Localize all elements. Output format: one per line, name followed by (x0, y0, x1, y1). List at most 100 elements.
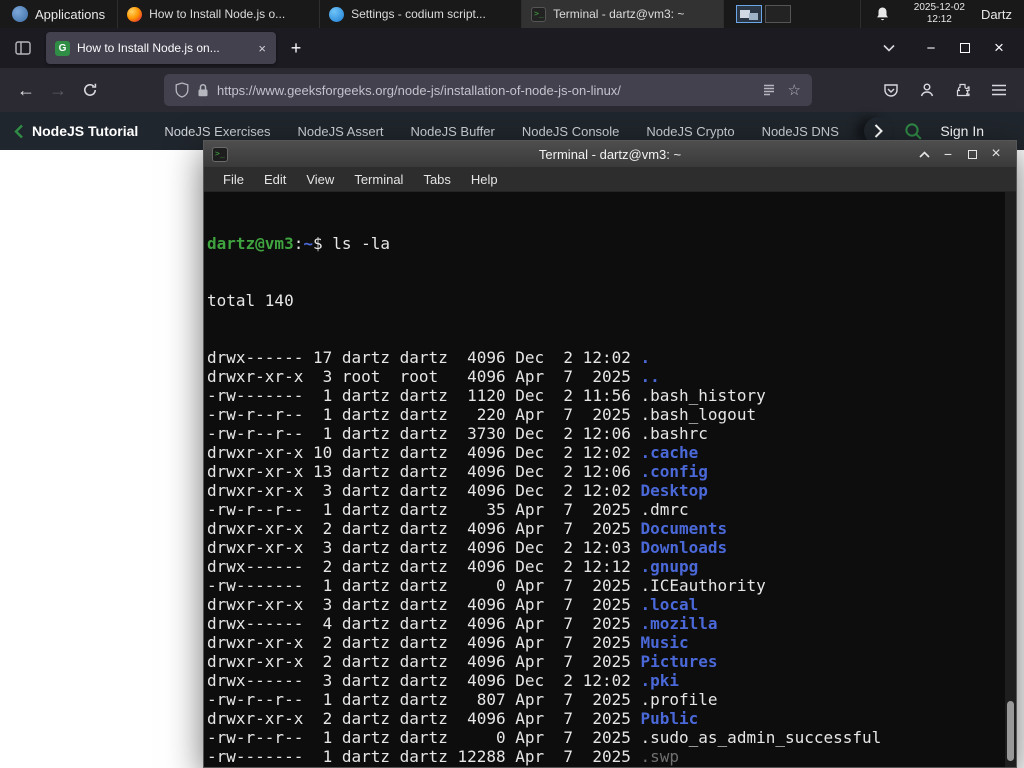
site-nav-item[interactable]: NodeJS DNS (762, 124, 839, 139)
terminal-menu-tabs[interactable]: Tabs (413, 169, 460, 190)
urlbar-actions: ☆ (762, 81, 801, 99)
workspace-1[interactable] (736, 5, 763, 23)
terminal-output-line: drwx------ 2 dartz dartz 4096 Dec 2 12:1… (207, 557, 1016, 576)
applications-menu[interactable]: Applications (0, 0, 117, 28)
taskbar-item[interactable]: Settings - codium script... (320, 0, 523, 28)
prompt-path: ~ (303, 234, 313, 253)
terminal-output-line: drwxr-xr-x 3 dartz dartz 4096 Apr 7 2025… (207, 595, 1016, 614)
site-nav-back[interactable]: NodeJS Tutorial (14, 123, 138, 139)
file-name: .bash_history (640, 386, 766, 405)
terminal-menu-help[interactable]: Help (461, 169, 508, 190)
menu-button[interactable] (984, 75, 1014, 105)
file-attributes: drwx------ 4 dartz dartz 4096 Apr 7 2025 (207, 614, 641, 633)
terminal-output-line: -rw-r--r-- 1 dartz dartz 807 Apr 7 2025 … (207, 690, 1016, 709)
taskbar-item[interactable]: How to Install Node.js o... (118, 0, 321, 28)
workspace-2[interactable] (765, 5, 792, 23)
terminal-menubar: File Edit View Terminal Tabs Help (204, 167, 1016, 192)
bookmark-star-icon[interactable]: ☆ (788, 81, 801, 99)
site-nav-item[interactable]: NodeJS Assert (298, 124, 384, 139)
terminal-output-line: drwx------ 3 dartz dartz 4096 Dec 2 12:0… (207, 671, 1016, 690)
file-name: .config (640, 462, 708, 481)
file-name: .bash_logout (640, 405, 757, 424)
back-button[interactable]: ← (10, 74, 42, 106)
file-name: Downloads (640, 538, 728, 557)
file-name: Music (640, 633, 689, 652)
maximize-button[interactable] (948, 34, 982, 62)
maximize-icon (960, 43, 970, 53)
file-name: Public (640, 709, 699, 728)
notifications-button[interactable] (859, 0, 904, 28)
site-nav-item[interactable]: NodeJS Crypto (646, 124, 734, 139)
browser-tab[interactable]: G How to Install Node.js on... × (46, 32, 276, 64)
file-attributes: drwx------ 17 dartz dartz 4096 Dec 2 12:… (207, 348, 641, 367)
sign-in-button[interactable]: Sign In (940, 123, 984, 139)
url-text: https://www.geeksforgeeks.org/node-js/in… (217, 82, 621, 98)
panel-right: 2025-12-02 12:12 Dartz (859, 0, 1024, 28)
forward-button[interactable]: → (42, 74, 74, 106)
terminal-close-button[interactable]: × (984, 143, 1008, 165)
file-attributes: drwxr-xr-x 3 dartz dartz 4096 Dec 2 12:0… (207, 538, 641, 557)
terminal-output-line: -rw-r--r-- 1 dartz dartz 0 Apr 7 2025 .s… (207, 728, 1016, 747)
terminal-output-line: drwxr-xr-x 10 dartz dartz 4096 Dec 2 12:… (207, 443, 1016, 462)
terminal-menu-terminal[interactable]: Terminal (344, 169, 413, 190)
terminal-output-line: drwxr-xr-x 3 dartz dartz 4096 Dec 2 12:0… (207, 538, 1016, 557)
file-name: Documents (640, 519, 728, 538)
terminal-maximize-icon (967, 149, 977, 159)
panel-clock[interactable]: 2025-12-02 12:12 (904, 2, 975, 26)
terminal-scrollbar[interactable] (1005, 192, 1016, 767)
terminal-titlebar[interactable]: Terminal - dartz@vm3: ~ − × (204, 141, 1016, 167)
reader-view-icon[interactable] (762, 83, 776, 97)
terminal-menu-edit[interactable]: Edit (254, 169, 296, 190)
site-nav-item[interactable]: NodeJS Exercises (164, 124, 270, 139)
terminal-output-line: -rw------- 1 dartz dartz 0 Apr 7 2025 .I… (207, 576, 1016, 595)
file-attributes: -rw-r--r-- 1 dartz dartz 35 Apr 7 2025 (207, 500, 641, 519)
terminal-output-line: -rw------- 1 dartz dartz 12288 Apr 7 202… (207, 747, 1016, 766)
pocket-button[interactable] (876, 75, 906, 105)
terminal-minimize-button[interactable]: − (936, 143, 960, 165)
firefox-icon (127, 6, 143, 22)
list-all-tabs-button[interactable] (874, 33, 904, 63)
site-nav-item[interactable]: NodeJS Buffer (411, 124, 495, 139)
account-button[interactable] (912, 75, 942, 105)
file-attributes: -rw------- 1 dartz dartz 0 Apr 7 2025 (207, 576, 641, 595)
terminal-scrollbar-thumb[interactable] (1007, 701, 1014, 761)
url-bar[interactable]: https://www.geeksforgeeks.org/node-js/in… (164, 74, 812, 106)
browser-window-controls: − × (914, 34, 1016, 62)
file-attributes: -rw-r--r-- 1 dartz dartz 220 Apr 7 2025 (207, 405, 641, 424)
tracking-protection-shield-icon (175, 82, 189, 98)
terminal-file-list: drwx------ 17 dartz dartz 4096 Dec 2 12:… (207, 348, 1016, 767)
taskbar: How to Install Node.js o... Settings - co… (118, 0, 725, 28)
workspace-pager[interactable] (734, 3, 793, 25)
desktop-panel: Applications How to Install Node.js o...… (0, 0, 1024, 28)
site-nav-item[interactable]: NodeJS Console (522, 124, 620, 139)
file-attributes: drwxr-xr-x 2 dartz dartz 4096 Apr 7 2025 (207, 519, 641, 538)
terminal-icon (531, 6, 547, 22)
terminal-maximize-button[interactable] (960, 143, 984, 165)
minimize-button[interactable]: − (914, 34, 948, 62)
terminal-total-line: total 140 (207, 291, 294, 310)
panel-user-menu[interactable]: Dartz (975, 7, 1024, 22)
taskbar-item[interactable]: Terminal - dartz@vm3: ~ (522, 0, 725, 28)
terminal-window-title: Terminal - dartz@vm3: ~ (538, 146, 682, 162)
file-attributes: drwx------ 2 dartz dartz 4096 Dec 2 12:1… (207, 557, 641, 576)
extensions-button[interactable] (948, 75, 978, 105)
site-nav-title[interactable]: NodeJS Tutorial (32, 123, 138, 139)
file-name: .cache (640, 443, 699, 462)
terminal-body[interactable]: dartz@vm3:~$ ls -la total 140 drwx------… (204, 192, 1016, 767)
new-tab-button[interactable]: + (282, 34, 310, 62)
firefox-view-button[interactable] (8, 33, 38, 63)
chevron-down-icon (883, 44, 895, 52)
terminal-menu-file[interactable]: File (213, 169, 254, 190)
tab-close-button[interactable]: × (257, 41, 267, 56)
shade-button[interactable] (912, 143, 936, 165)
settings-icon (329, 6, 345, 22)
terminal-menu-view[interactable]: View (296, 169, 344, 190)
file-attributes: drwxr-xr-x 3 root root 4096 Apr 7 2025 (207, 367, 641, 386)
file-attributes: -rw------- 1 dartz dartz 12288 Apr 7 202… (207, 747, 641, 766)
applications-label: Applications (35, 6, 106, 22)
reload-button[interactable] (74, 74, 106, 106)
panel-date: 2025-12-02 (913, 2, 965, 13)
file-name: .swp (640, 747, 680, 766)
reload-icon (84, 83, 97, 96)
close-button[interactable]: × (982, 34, 1016, 62)
